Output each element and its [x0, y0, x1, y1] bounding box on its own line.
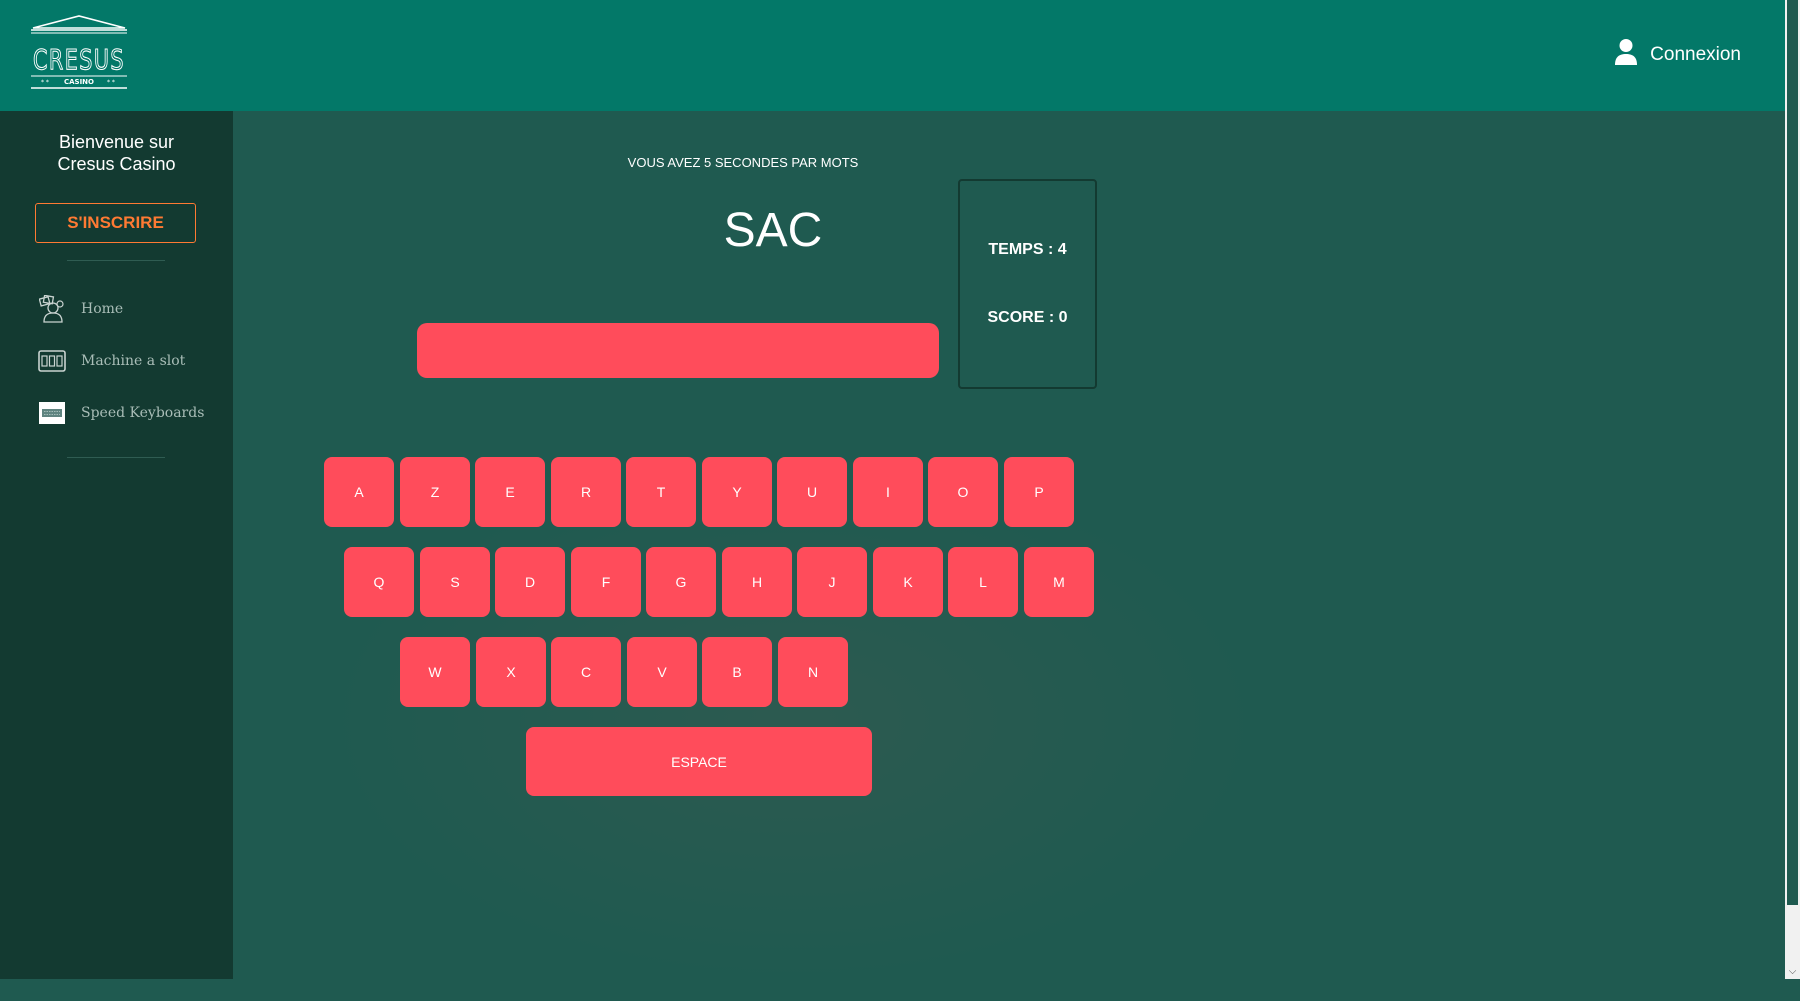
key-t[interactable]: T: [626, 457, 696, 527]
sidebar-item-label: Machine a slot: [81, 353, 186, 369]
score-panel: TEMPS : 4 SCORE : 0: [958, 179, 1097, 389]
user-icon: [1614, 38, 1638, 72]
page-scrollbar[interactable]: ⌵: [1785, 0, 1800, 979]
key-l[interactable]: L: [948, 547, 1018, 617]
sidebar-item-label: Speed Keyboards: [81, 405, 205, 421]
key-w[interactable]: W: [400, 637, 470, 707]
casino-player-icon: [38, 295, 66, 323]
key-f[interactable]: F: [571, 547, 641, 617]
sidebar: Bienvenue sur Cresus Casino S'INSCRIRE H…: [0, 111, 233, 979]
game-area: VOUS AVEZ 5 SECONDES PAR MOTS SAC TEMPS …: [233, 111, 1785, 1001]
welcome-line-1: Bienvenue sur: [58, 132, 175, 152]
cresus-logo[interactable]: CRESUS * * CASINO * *: [27, 14, 131, 92]
sidebar-divider-top: [67, 260, 165, 261]
key-r[interactable]: R: [551, 457, 621, 527]
slot-machine-icon: [38, 347, 66, 375]
scroll-down-arrow-icon[interactable]: ⌵: [1788, 967, 1797, 977]
key-o[interactable]: O: [928, 457, 998, 527]
sidebar-item-machine-a-slot[interactable]: Machine a slot: [38, 347, 185, 375]
key-c[interactable]: C: [551, 637, 621, 707]
scrollbar-thumb[interactable]: [1787, 0, 1798, 905]
key-s[interactable]: S: [420, 547, 490, 617]
key-h[interactable]: H: [722, 547, 792, 617]
key-x[interactable]: X: [476, 637, 546, 707]
logo-main-text: CRESUS: [33, 43, 125, 76]
sidebar-item-label: Home: [81, 301, 124, 317]
score-label: SCORE : 0: [987, 309, 1068, 326]
top-header: CRESUS * * CASINO * * Connexion: [0, 0, 1785, 111]
welcome-line-2: Cresus Casino: [57, 154, 176, 174]
connexion-label: Connexion: [1650, 44, 1741, 65]
space-key[interactable]: ESPACE: [526, 727, 872, 796]
sidebar-item-home[interactable]: Home: [38, 295, 123, 323]
keyboard-icon: [38, 399, 66, 427]
temps-label: TEMPS : 4: [988, 241, 1067, 258]
svg-text:* *: * *: [41, 79, 49, 86]
key-i[interactable]: I: [853, 457, 923, 527]
key-p[interactable]: P: [1004, 457, 1074, 527]
sidebar-item-speed-keyboards[interactable]: Speed Keyboards: [38, 399, 204, 427]
signup-button[interactable]: S'INSCRIRE: [35, 203, 196, 243]
key-n[interactable]: N: [778, 637, 848, 707]
key-y[interactable]: Y: [702, 457, 772, 527]
key-j[interactable]: J: [797, 547, 867, 617]
key-e[interactable]: E: [475, 457, 545, 527]
connexion-button[interactable]: Connexion: [1614, 38, 1741, 72]
welcome-text: Bienvenue sur Cresus Casino: [0, 131, 233, 175]
key-u[interactable]: U: [777, 457, 847, 527]
target-word: SAC: [723, 204, 823, 257]
instructions-text: VOUS AVEZ 5 SECONDES PAR MOTS: [627, 155, 859, 170]
key-a[interactable]: A: [324, 457, 394, 527]
key-q[interactable]: Q: [344, 547, 414, 617]
logo-sub-text: CASINO: [64, 78, 94, 86]
key-v[interactable]: V: [627, 637, 697, 707]
key-k[interactable]: K: [873, 547, 943, 617]
sidebar-divider-bottom: [67, 457, 165, 458]
key-z[interactable]: Z: [400, 457, 470, 527]
word-input[interactable]: [417, 323, 939, 378]
key-b[interactable]: B: [702, 637, 772, 707]
key-m[interactable]: M: [1024, 547, 1094, 617]
svg-text:* *: * *: [107, 79, 115, 86]
key-d[interactable]: D: [495, 547, 565, 617]
key-g[interactable]: G: [646, 547, 716, 617]
